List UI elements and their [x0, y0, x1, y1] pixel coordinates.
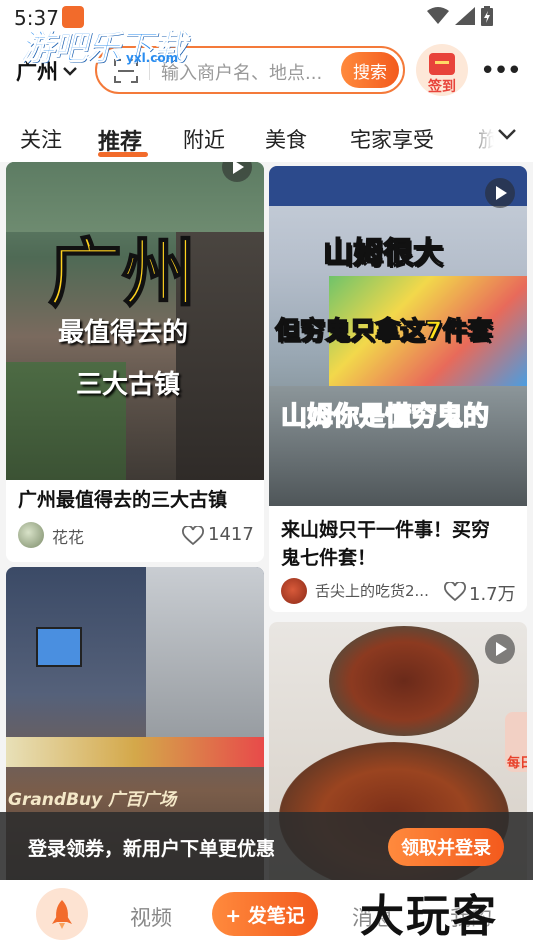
signal-icon	[455, 7, 475, 25]
cover-dish-top	[329, 626, 479, 736]
search-input[interactable]: 输入商户名、地点...	[161, 59, 341, 85]
tab-home-enjoy[interactable]: 宅家享受	[350, 124, 434, 154]
header: 广州 输入商户名、地点... 搜索 签到 ••• 游吧乐下载 yxl.com	[0, 28, 533, 112]
claim-and-login-button[interactable]: 领取并登录	[388, 828, 504, 866]
feed: 广州 最值得去的 三大古镇 广州最值得去的三大古镇 花花 1417 山姆很大 但…	[0, 162, 533, 882]
card-cover-image: 山姆很大 但穷鬼只拿这7件套 山姆你是懂穷鬼的	[269, 166, 527, 506]
watermark-url: yxl.com	[126, 51, 179, 65]
cover-led-screen	[36, 627, 82, 667]
cover-shopfront	[6, 737, 264, 767]
tab-nearby[interactable]: 附近	[183, 124, 225, 154]
cover-title-line3: 山姆你是懂穷鬼的	[280, 401, 490, 433]
card-title-line1: 来山姆只干一件事！买穷	[281, 519, 491, 541]
play-icon	[485, 178, 515, 208]
cover-title-line2: 但穷鬼只拿这7件套	[274, 315, 493, 346]
feed-card[interactable]: 广州 最值得去的 三大古镇 广州最值得去的三大古镇 花花 1417	[6, 162, 264, 562]
signin-label: 签到	[428, 79, 456, 95]
watermark-brand: 大玩客	[360, 891, 498, 942]
rocket-icon	[52, 900, 72, 929]
more-icon[interactable]: •••	[480, 56, 522, 86]
cover-side-label: 每日	[507, 756, 527, 771]
avatar	[18, 522, 44, 548]
cover-title-big: 广州	[47, 230, 197, 318]
card-cover-image: 广州 最值得去的 三大古镇	[6, 162, 264, 480]
heart-icon[interactable]	[182, 526, 204, 546]
cover-sign-text: GrandBuy 广百广场	[8, 790, 177, 810]
heart-icon[interactable]	[444, 582, 466, 602]
system-icons	[427, 6, 493, 26]
signin-button[interactable]: 签到	[416, 44, 468, 96]
card-title-line2: 鬼七件套！	[281, 547, 377, 569]
category-tabs: 关注 推荐 附近 美食 宅家享受 旅	[0, 112, 533, 162]
nav-home[interactable]	[36, 888, 88, 940]
tab-follow[interactable]: 关注	[20, 124, 62, 154]
like-count: 1417	[208, 524, 254, 545]
gift-icon	[429, 53, 455, 75]
author-name: 花花	[52, 528, 85, 547]
cover-title-line1: 最值得去的	[58, 318, 189, 348]
card-title: 广州最值得去的三大古镇	[18, 489, 228, 511]
avatar	[281, 578, 307, 604]
like-count: 1.7万	[469, 584, 516, 605]
nav-video[interactable]: 视频	[130, 902, 172, 932]
chevron-down-icon[interactable]	[496, 126, 518, 142]
active-tab-indicator	[98, 152, 148, 157]
search-button[interactable]: 搜索	[341, 52, 399, 88]
tab-food[interactable]: 美食	[265, 124, 307, 154]
app-root: 5:37 广州 输入商户名、地点... 搜索 签到 ••• 游吧乐下载 yxl.…	[0, 0, 533, 948]
bottom-nav: 视频 + 发笔记 消息 我的 大玩客	[0, 880, 533, 948]
wifi-icon	[427, 7, 449, 24]
cover-title-line1: 山姆很大	[322, 235, 444, 272]
login-promo-text: 登录领券，新用户下单更优惠	[28, 838, 276, 860]
feed-card[interactable]: 山姆很大 但穷鬼只拿这7件套 山姆你是懂穷鬼的 来山姆只干一件事！买穷 鬼七件套…	[269, 166, 527, 612]
cover-title-line2: 三大古镇	[76, 370, 181, 400]
post-note-button[interactable]: + 发笔记	[212, 892, 318, 936]
author-name: 舌尖上的吃货2...	[315, 582, 429, 600]
play-icon	[485, 634, 515, 664]
login-banner: 登录领券，新用户下单更优惠 领取并登录	[0, 812, 533, 880]
battery-icon	[481, 6, 493, 26]
